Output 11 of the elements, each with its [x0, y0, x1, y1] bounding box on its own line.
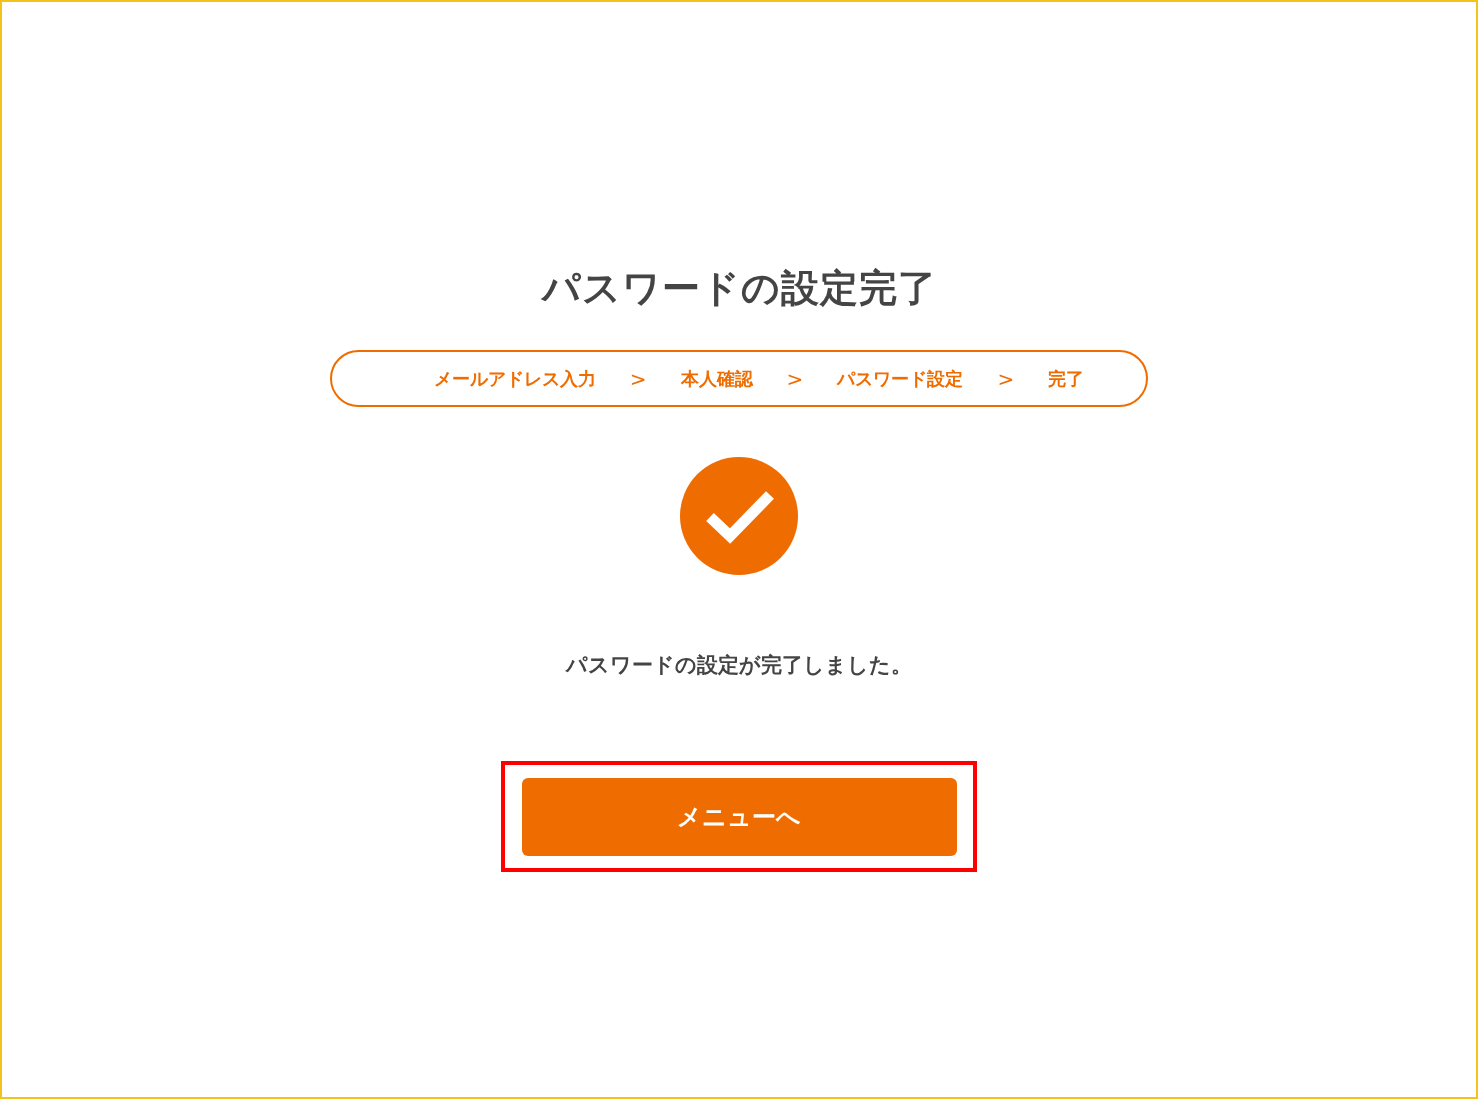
completion-message: パスワードの設定が完了しました。 [566, 652, 912, 679]
menu-button[interactable]: メニューへ [521, 777, 957, 856]
chevron-separator: > [997, 366, 1015, 391]
chevron-separator: > [786, 366, 804, 391]
chevron-separator: > [629, 366, 647, 391]
step-label: メールアドレス入力 [433, 366, 596, 391]
step-label: パスワード設定 [837, 366, 964, 391]
step-label: 本人確認 [680, 366, 753, 391]
page-title: パスワードの設定完了 [541, 265, 937, 312]
checkmark-icon [680, 457, 798, 575]
step-label: 完了 [1048, 366, 1085, 391]
